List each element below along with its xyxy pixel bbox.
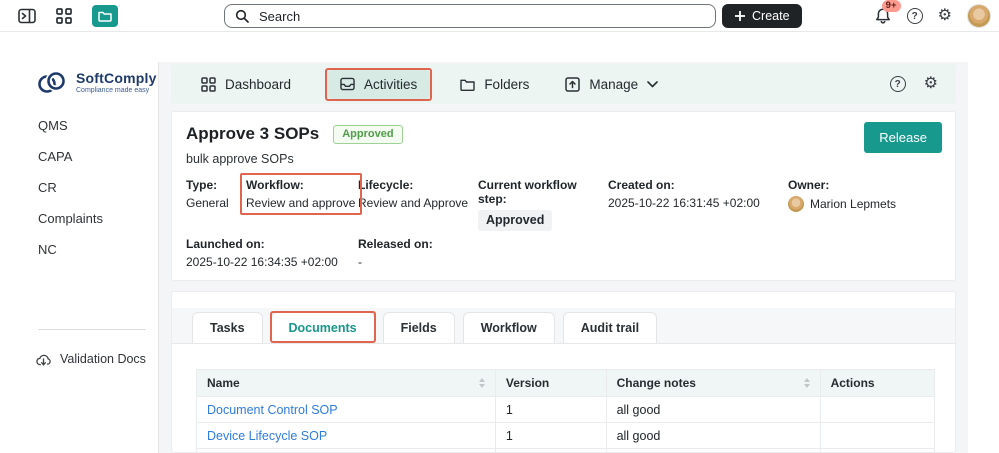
document-link[interactable]: Device Lifecycle SOP bbox=[196, 422, 496, 449]
activity-header-card: Approve 3 SOPs Approved Release bulk app… bbox=[171, 111, 956, 281]
dashboard-grid-icon bbox=[201, 76, 216, 92]
folder-icon bbox=[98, 11, 112, 22]
activity-detail-card: Tasks Documents Fields Workflow Audit tr… bbox=[171, 291, 956, 453]
field-launched-on: Launched on: 2025-10-22 16:34:35 +02:00 bbox=[186, 237, 338, 269]
sort-icon[interactable] bbox=[478, 378, 485, 388]
tab-workflow[interactable]: Workflow bbox=[462, 312, 555, 343]
field-owner: Owner: Marion Lepmets bbox=[788, 178, 897, 212]
softcomply-logo-icon bbox=[38, 70, 67, 93]
nav-dashboard[interactable]: Dashboard bbox=[201, 77, 291, 92]
column-header-name[interactable]: Name bbox=[196, 369, 496, 397]
workflow-step-chip: Approved bbox=[478, 210, 553, 231]
activity-subtitle: bulk approve SOPs bbox=[186, 152, 294, 166]
actions-cell bbox=[819, 422, 936, 449]
column-header-change-notes[interactable]: Change notes bbox=[605, 369, 821, 397]
status-badge: Approved bbox=[333, 124, 403, 144]
actions-cell bbox=[819, 396, 936, 423]
softcomply-logo: SoftComply Compliance made easy bbox=[0, 70, 158, 96]
chevron-down-icon bbox=[647, 80, 658, 87]
sidebar-collapse-icon[interactable] bbox=[18, 8, 36, 24]
metadata-fields: Type: General Workflow: Review and appro… bbox=[186, 173, 941, 270]
settings-gear-icon[interactable]: ⚙ bbox=[938, 8, 952, 24]
change-notes-cell: all good bbox=[605, 448, 821, 452]
cloud-download-icon bbox=[36, 354, 51, 366]
field-workflow: Workflow: Review and approve bbox=[239, 173, 363, 231]
navbar-settings-icon[interactable]: ⚙ bbox=[924, 76, 938, 92]
table-row: Device Lifecycle SOP 1 all good bbox=[196, 422, 936, 449]
notification-count-badge: 9+ bbox=[881, 0, 901, 12]
field-current-workflow-step: Current workflow step: Approved bbox=[478, 178, 608, 231]
sidebar-item-cr[interactable]: CR bbox=[0, 172, 158, 203]
page-title: Approve 3 SOPs bbox=[186, 124, 320, 143]
brand-name: SoftComply bbox=[76, 69, 157, 86]
document-link[interactable]: Risk Management SOP bbox=[196, 448, 496, 452]
left-sidebar: SoftComply Compliance made easy QMS CAPA… bbox=[0, 32, 158, 453]
sidebar-item-validation-docs[interactable]: Validation Docs bbox=[36, 352, 158, 366]
column-header-version: Version bbox=[494, 369, 607, 397]
notifications-bell-icon[interactable]: 9+ bbox=[874, 0, 901, 25]
help-icon[interactable]: ? bbox=[906, 8, 923, 24]
column-header-actions: Actions bbox=[819, 369, 936, 397]
nav-activities[interactable]: Activities bbox=[325, 67, 433, 101]
actions-cell bbox=[819, 448, 936, 452]
version-cell: 1 bbox=[494, 422, 607, 449]
activities-inbox-icon bbox=[340, 77, 355, 91]
search-icon bbox=[235, 9, 249, 23]
owner-avatar bbox=[788, 196, 804, 212]
app-navbar: Dashboard Activities Folders Manage ? ⚙ bbox=[171, 64, 956, 104]
top-bar: Create 9+ ? ⚙ bbox=[0, 0, 999, 32]
plus-icon bbox=[735, 11, 745, 21]
document-link[interactable]: Document Control SOP bbox=[196, 396, 496, 423]
app-switcher-icon[interactable] bbox=[56, 7, 72, 24]
user-avatar[interactable] bbox=[967, 4, 991, 28]
page-right-margin bbox=[968, 32, 999, 453]
version-cell: 1 bbox=[494, 448, 607, 452]
softcomply-app-button[interactable] bbox=[92, 4, 118, 27]
tab-fields[interactable]: Fields bbox=[382, 312, 455, 343]
change-notes-cell: all good bbox=[605, 422, 821, 449]
navbar-help-icon[interactable]: ? bbox=[889, 76, 906, 92]
field-type: Type: General bbox=[186, 178, 229, 210]
version-cell: 1 bbox=[494, 396, 607, 423]
table-row: Risk Management SOP 1 all good bbox=[196, 448, 936, 452]
nav-manage[interactable]: Manage bbox=[565, 77, 658, 92]
sort-icon[interactable] bbox=[803, 378, 810, 388]
manage-icon bbox=[565, 76, 581, 92]
tab-documents[interactable]: Documents bbox=[269, 311, 376, 343]
sidebar-item-qms[interactable]: QMS bbox=[0, 110, 158, 141]
folders-icon bbox=[460, 79, 476, 91]
tab-audit-trail[interactable]: Audit trail bbox=[562, 312, 658, 343]
create-button[interactable]: Create bbox=[722, 4, 802, 28]
table-row: Document Control SOP 1 all good bbox=[196, 396, 936, 423]
global-search[interactable] bbox=[224, 4, 716, 28]
field-lifecycle: Lifecycle: Review and Approve bbox=[358, 178, 469, 210]
workflow-annotation-box: Workflow: Review and approve bbox=[239, 173, 363, 215]
tab-tasks[interactable]: Tasks bbox=[192, 312, 263, 343]
search-input[interactable] bbox=[257, 7, 705, 25]
tab-strip: Tasks Documents Fields Workflow Audit tr… bbox=[172, 308, 955, 344]
brand-tagline: Compliance made easy bbox=[76, 87, 150, 95]
nav-folders[interactable]: Folders bbox=[460, 77, 529, 92]
documents-table: Name Version Change notes Actions Docume… bbox=[196, 369, 936, 452]
sidebar-item-nc[interactable]: NC bbox=[0, 234, 158, 265]
sidebar-item-capa[interactable]: CAPA bbox=[0, 141, 158, 172]
field-created-on: Created on: 2025-10-22 16:31:45 +02:00 bbox=[608, 178, 760, 210]
release-button[interactable]: Release bbox=[864, 122, 942, 153]
owner-name: Marion Lepmets bbox=[810, 196, 897, 211]
sidebar-divider bbox=[38, 329, 146, 330]
field-released-on: Released on: - bbox=[358, 237, 433, 269]
table-header-row: Name Version Change notes Actions bbox=[196, 369, 936, 397]
sidebar-item-complaints[interactable]: Complaints bbox=[0, 203, 158, 234]
change-notes-cell: all good bbox=[605, 396, 821, 423]
